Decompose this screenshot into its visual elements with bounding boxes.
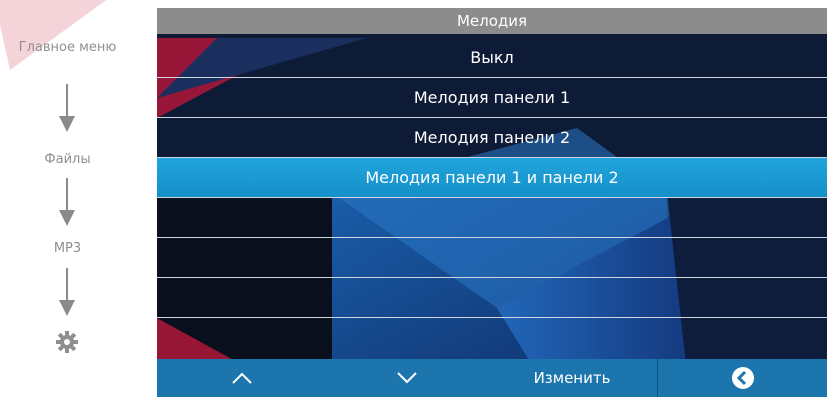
arrow-down-icon	[59, 178, 75, 226]
arrow-down-icon	[59, 268, 75, 316]
back-circle-icon	[731, 367, 754, 389]
down-button[interactable]	[327, 359, 487, 397]
breadcrumb-mp3[interactable]: MP3	[0, 239, 135, 258]
chevron-down-icon	[397, 372, 417, 384]
breadcrumb-main-menu[interactable]: Главное меню	[0, 38, 135, 57]
change-button[interactable]: Изменить	[487, 359, 657, 397]
screen-title: Мелодия	[157, 8, 827, 34]
breadcrumb-panel: Главное меню Файлы MP3	[0, 0, 157, 397]
back-button[interactable]	[658, 359, 827, 397]
menu-option-off[interactable]: Выкл	[157, 38, 827, 78]
menu-option-empty	[157, 278, 827, 318]
menu-option-empty	[157, 198, 827, 238]
melody-screen: Мелодия Выкл Мелодия панели 1 Мелодия па…	[157, 8, 827, 397]
gear-icon[interactable]	[55, 330, 79, 354]
menu-option-panel1-and-panel2[interactable]: Мелодия панели 1 и панели 2	[157, 158, 827, 198]
menu-option-empty	[157, 238, 827, 278]
menu-option-panel2[interactable]: Мелодия панели 2	[157, 118, 827, 158]
up-button[interactable]	[157, 359, 327, 397]
breadcrumb-files[interactable]: Файлы	[0, 150, 135, 169]
chevron-up-icon	[232, 372, 252, 384]
arrow-down-icon	[59, 84, 75, 132]
bottom-toolbar: Изменить	[157, 359, 827, 397]
menu-option-panel1[interactable]: Мелодия панели 1	[157, 78, 827, 118]
menu-option-empty	[157, 318, 827, 359]
